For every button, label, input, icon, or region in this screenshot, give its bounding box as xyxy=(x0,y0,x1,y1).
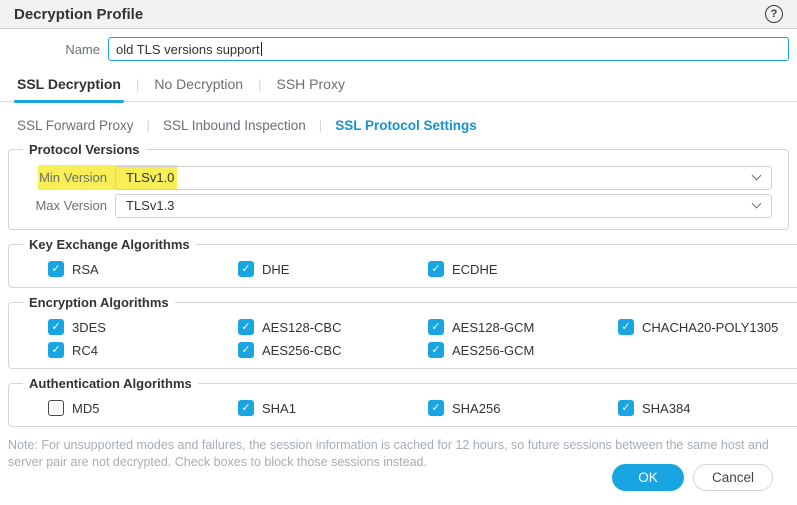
max-version-dropdown[interactable]: TLSv1.3 xyxy=(115,194,772,218)
min-version-label: Min Version xyxy=(19,170,115,185)
checkbox-checked-icon: ✓ xyxy=(618,400,634,416)
max-version-label: Max Version xyxy=(19,198,115,213)
encryption-checkbox-grid: ✓ 3DES ✓ AES128-CBC ✓ AES128-GCM ✓ CHACHA20-POL… xyxy=(19,315,797,360)
name-field-label: Name xyxy=(8,42,108,57)
checkbox-label: ECDHE xyxy=(452,262,498,277)
checkbox-label: MD5 xyxy=(72,401,99,416)
tab-no-decryption[interactable]: No Decryption xyxy=(151,76,246,101)
tab-ssh-proxy[interactable]: SSH Proxy xyxy=(273,76,347,101)
tab-separator: | xyxy=(246,77,273,101)
min-version-value: TLSv1.0 xyxy=(126,170,174,185)
checkbox-3des[interactable]: ✓ 3DES xyxy=(48,319,238,335)
checkbox-chacha20-poly1305[interactable]: ✓ CHACHA20-POLY1305 xyxy=(618,319,797,335)
protocol-versions-legend: Protocol Versions xyxy=(23,142,146,157)
checkbox-aes128-cbc[interactable]: ✓ AES128-CBC xyxy=(238,319,428,335)
checkbox-checked-icon: ✓ xyxy=(238,261,254,277)
checkbox-label: AES256-CBC xyxy=(262,343,341,358)
checkbox-dhe[interactable]: ✓ DHE xyxy=(238,261,428,277)
key-exchange-checkbox-grid: ✓ RSA ✓ DHE ✓ ECDHE xyxy=(19,257,797,279)
checkbox-label: AES128-CBC xyxy=(262,320,341,335)
checkbox-aes256-cbc[interactable]: ✓ AES256-CBC xyxy=(238,342,428,358)
cancel-button[interactable]: Cancel xyxy=(693,464,773,491)
tab-ssl-decryption[interactable]: SSL Decryption xyxy=(14,76,124,101)
checkbox-label: AES256-GCM xyxy=(452,343,534,358)
dialog-footer: OK Cancel xyxy=(612,464,773,491)
checkbox-aes128-gcm[interactable]: ✓ AES128-GCM xyxy=(428,319,618,335)
subtab-ssl-forward-proxy[interactable]: SSL Forward Proxy xyxy=(17,118,134,133)
checkbox-label: RSA xyxy=(72,262,99,277)
authentication-checkbox-grid: MD5 ✓ SHA1 ✓ SHA256 ✓ SHA384 xyxy=(19,396,797,418)
checkbox-label: AES128-GCM xyxy=(452,320,534,335)
checkbox-rsa[interactable]: ✓ RSA xyxy=(48,261,238,277)
checkbox-ecdhe[interactable]: ✓ ECDHE xyxy=(428,261,618,277)
checkbox-checked-icon: ✓ xyxy=(238,342,254,358)
encryption-section: Encryption Algorithms ✓ 3DES ✓ AES128-CBC ✓ A… xyxy=(8,295,797,369)
dialog-title: Decryption Profile xyxy=(14,6,143,23)
chevron-down-icon xyxy=(752,171,762,181)
checkbox-checked-icon: ✓ xyxy=(428,400,444,416)
checkbox-sha256[interactable]: ✓ SHA256 xyxy=(428,400,618,416)
dialog-header: Decryption Profile ? xyxy=(0,0,797,29)
name-row: Name old TLS versions support xyxy=(8,37,789,61)
help-icon[interactable]: ? xyxy=(765,5,783,23)
tab-separator: | xyxy=(124,77,151,101)
key-exchange-section: Key Exchange Algorithms ✓ RSA ✓ DHE ✓ ECDHE xyxy=(8,237,797,288)
max-version-value: TLSv1.3 xyxy=(126,198,174,213)
checkbox-checked-icon: ✓ xyxy=(428,342,444,358)
checkbox-label: 3DES xyxy=(72,320,106,335)
checkbox-label: SHA256 xyxy=(452,401,500,416)
checkbox-aes256-gcm[interactable]: ✓ AES256-GCM xyxy=(428,342,618,358)
checkbox-sha1[interactable]: ✓ SHA1 xyxy=(238,400,428,416)
checkbox-checked-icon: ✓ xyxy=(618,319,634,335)
subtab-ssl-inbound-inspection[interactable]: SSL Inbound Inspection xyxy=(163,118,306,133)
checkbox-unchecked-icon xyxy=(48,400,64,416)
checkbox-md5[interactable]: MD5 xyxy=(48,400,238,416)
ok-button[interactable]: OK xyxy=(612,464,684,491)
checkbox-label: SHA1 xyxy=(262,401,296,416)
checkbox-label: RC4 xyxy=(72,343,98,358)
checkbox-checked-icon: ✓ xyxy=(48,342,64,358)
key-exchange-legend: Key Exchange Algorithms xyxy=(23,237,196,252)
name-input-value: old TLS versions support xyxy=(116,42,260,57)
max-version-row: Max Version TLSv1.3 xyxy=(19,193,778,218)
name-input[interactable]: old TLS versions support xyxy=(108,37,789,61)
checkbox-checked-icon: ✓ xyxy=(428,261,444,277)
checkbox-label: SHA384 xyxy=(642,401,690,416)
subtab-separator: | xyxy=(306,118,335,133)
checkbox-checked-icon: ✓ xyxy=(428,319,444,335)
checkbox-checked-icon: ✓ xyxy=(48,261,64,277)
checkbox-rc4[interactable]: ✓ RC4 xyxy=(48,342,238,358)
sub-tab-bar: SSL Forward Proxy | SSL Inbound Inspecti… xyxy=(17,115,797,135)
checkbox-label: DHE xyxy=(262,262,289,277)
text-cursor xyxy=(261,42,262,56)
subtab-ssl-protocol-settings[interactable]: SSL Protocol Settings xyxy=(335,118,477,133)
checkbox-label: CHACHA20-POLY1305 xyxy=(642,320,778,335)
min-version-row: Min Version TLSv1.0 xyxy=(19,165,778,190)
chevron-down-icon xyxy=(752,199,762,209)
subtab-separator: | xyxy=(134,118,163,133)
authentication-section: Authentication Algorithms MD5 ✓ SHA1 ✓ SHA25… xyxy=(8,376,797,427)
checkbox-checked-icon: ✓ xyxy=(238,319,254,335)
checkbox-checked-icon: ✓ xyxy=(48,319,64,335)
checkbox-sha384[interactable]: ✓ SHA384 xyxy=(618,400,797,416)
main-tab-bar: SSL Decryption | No Decryption | SSH Pro… xyxy=(0,73,797,102)
encryption-legend: Encryption Algorithms xyxy=(23,295,175,310)
min-version-dropdown[interactable]: TLSv1.0 xyxy=(115,166,772,190)
checkbox-checked-icon: ✓ xyxy=(238,400,254,416)
protocol-versions-section: Protocol Versions Min Version TLSv1.0 Ma… xyxy=(8,142,789,230)
authentication-legend: Authentication Algorithms xyxy=(23,376,198,391)
